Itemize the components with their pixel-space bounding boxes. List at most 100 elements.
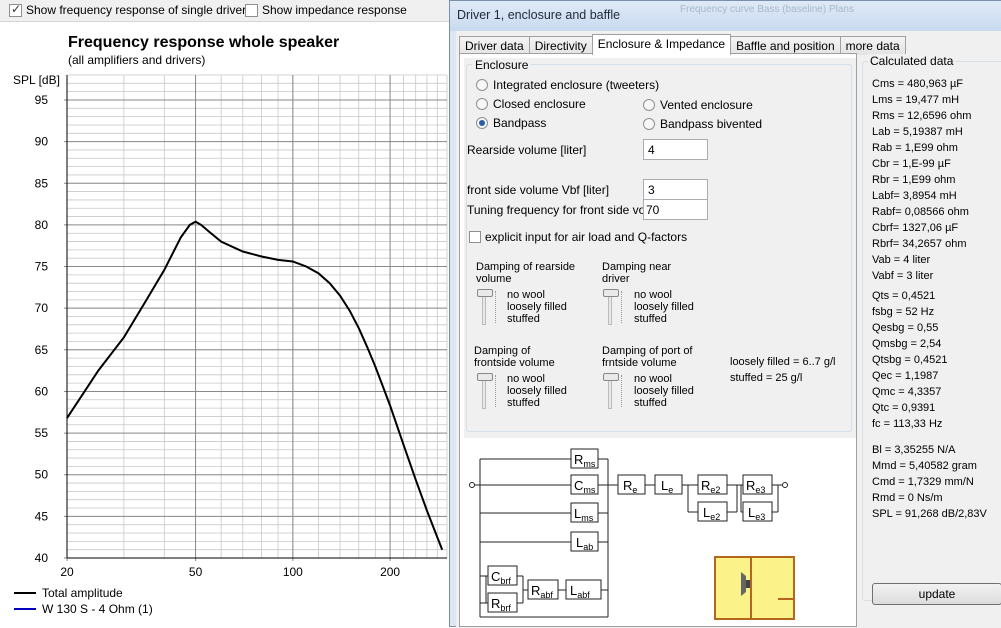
y-tick-label: 40: [35, 551, 49, 565]
labf-component: Labf: [570, 583, 590, 600]
calculated-value: fsbg = 52 Hz: [872, 306, 935, 318]
x-tick-label: 200: [380, 565, 400, 579]
damping-near-driver-slider[interactable]: [603, 289, 623, 325]
enclosure-tab-page: Enclosure Integrated enclosure (tweeters…: [459, 53, 857, 627]
calculated-value: Qec = 1,1987: [872, 370, 939, 382]
calculated-value: fc = 113,33 Hz: [872, 418, 943, 430]
legend-swatch-black: [14, 592, 36, 594]
lms-component: Lms: [574, 506, 594, 523]
calculated-value: Rmd = 0 Ns/m: [872, 492, 943, 504]
calculated-value: Cms = 480,963 µF: [872, 78, 964, 90]
radio-integrated-enclosure[interactable]: Integrated enclosure (tweeters): [476, 78, 659, 92]
damping-frontside-title: Damping of frontside volume: [474, 345, 555, 369]
dialog-titlebar[interactable]: Frequency curve Bass (baseline) Plans Dr…: [450, 1, 1001, 31]
calculated-value: Labf= 3,8954 mH: [872, 190, 957, 202]
le2-component: Le2: [703, 505, 720, 522]
damping-frontside-slider[interactable]: [477, 373, 497, 409]
slider-thumb[interactable]: [603, 289, 619, 297]
chart-subtitle: (all amplifiers and drivers): [68, 53, 205, 67]
damping-frontside-options: no wool loosely filled stuffed: [507, 373, 567, 409]
re3-component: Re3: [746, 478, 765, 495]
calculated-value: Qesbg = 0,55: [872, 322, 939, 334]
calculated-value: Qts = 0,4521: [872, 290, 936, 302]
checkbox-unchecked-icon: [469, 231, 481, 243]
calculated-value: Qtsbg = 0,4521: [872, 354, 948, 366]
damping-port-slider[interactable]: [603, 373, 623, 409]
y-axis-label: SPL [dB]: [13, 73, 60, 87]
radio-label: Bandpass: [493, 116, 547, 130]
x-tick-labels: 20 50 100 200: [60, 565, 400, 579]
legend-label: W 130 S - 4 Ohm (1): [42, 602, 153, 616]
radio-label: Vented enclosure: [660, 98, 753, 112]
show-single-driver-checkbox[interactable]: Show frequency response of single driver: [9, 2, 247, 17]
front-volume-input[interactable]: 3: [643, 179, 708, 200]
show-impedance-label: Show impedance response: [262, 3, 407, 17]
damping-near-driver-options: no wool loosely filled stuffed: [634, 289, 694, 325]
calculated-value: Cmd = 1,7329 mm/N: [872, 476, 974, 488]
calculated-value: Bl = 3,35255 N/A: [872, 444, 956, 456]
cms-component: Cms: [574, 478, 596, 495]
y-tick-label: 90: [35, 135, 49, 149]
density-stuffed-note: stuffed = 25 g/l: [730, 372, 803, 384]
radio-vented-enclosure[interactable]: Vented enclosure: [643, 98, 753, 112]
re2-component: Re2: [701, 478, 720, 495]
rms-component: Rms: [574, 452, 596, 469]
dialog-client: Driver data Directivity Enclosure & Impe…: [456, 31, 1001, 628]
re-component: Re: [623, 478, 637, 495]
tuning-frequency-input[interactable]: 70: [643, 199, 708, 220]
bandpass-enclosure-icon: [714, 556, 795, 620]
rearside-volume-input[interactable]: 4: [643, 139, 708, 160]
enclosure-group-label: Enclosure: [472, 58, 532, 72]
calculated-value: Vab = 4 liter: [872, 254, 931, 266]
explicit-input-checkbox[interactable]: explicit input for air load and Q-factor…: [469, 230, 687, 244]
slider-thumb[interactable]: [477, 373, 493, 381]
tab-enclosure-impedance[interactable]: Enclosure & Impedance: [591, 34, 732, 55]
radio-label: Bandpass bivented: [660, 117, 763, 131]
slider-thumb[interactable]: [603, 373, 619, 381]
radio-label: Integrated enclosure (tweeters): [493, 78, 660, 92]
le3-component: Le3: [748, 505, 765, 522]
update-button[interactable]: update: [872, 583, 1001, 605]
radio-bandpass[interactable]: Bandpass: [476, 116, 546, 130]
calculated-value: Vabf = 3 liter: [872, 270, 934, 282]
y-tick-label: 50: [35, 468, 49, 482]
calculated-value: Mmd = 5,40582 gram: [872, 460, 977, 472]
y-tick-label: 80: [35, 218, 49, 232]
x-tick-label: 100: [283, 565, 303, 579]
calculated-value: Lms = 19,477 mH: [872, 94, 960, 106]
show-single-driver-label: Show frequency response of single driver: [26, 3, 247, 17]
y-tick-label: 70: [35, 301, 49, 315]
damping-rearside-slider[interactable]: [477, 289, 497, 325]
y-tick-label: 85: [35, 176, 49, 190]
rabf-component: Rabf: [531, 583, 553, 600]
calculated-value: Rabf= 0,08566 ohm: [872, 206, 969, 218]
calculated-value: Qmc = 4,3357: [872, 386, 942, 398]
density-loose-note: loosely filled = 6..7 g/l: [730, 356, 836, 368]
damping-port-title: Damping of port of frntside volume: [602, 345, 693, 369]
slider-thumb[interactable]: [477, 289, 493, 297]
legend-swatch-blue: [14, 608, 36, 610]
radio-selected-icon: [476, 117, 488, 129]
radio-bandpass-bivented[interactable]: Bandpass bivented: [643, 117, 762, 131]
tab-strip: Driver data Directivity Enclosure & Impe…: [459, 34, 906, 55]
radio-icon: [476, 79, 488, 91]
y-tick-label: 75: [35, 260, 49, 274]
rearside-volume-label: Rearside volume [liter]: [467, 143, 587, 157]
radio-closed-enclosure[interactable]: Closed enclosure: [476, 97, 586, 111]
calculated-value: Qmsbg = 2,54: [872, 338, 942, 350]
le-component: Le: [661, 478, 673, 495]
calculated-data-list: Cms = 480,963 µF Lms = 19,477 mH Rms = 12,…: [872, 76, 987, 522]
calculated-value: Rab = 1,E99 ohm: [872, 142, 958, 154]
y-tick-labels: 95 90 85 80 75 70 65 60 55 50 45 40: [35, 93, 49, 565]
total-amplitude-line: [66, 220, 444, 551]
show-impedance-checkbox[interactable]: Show impedance response: [245, 3, 407, 17]
calculated-value: Lab = 5,19387 mH: [872, 126, 963, 138]
frequency-response-chart: Frequency response whole speaker (all am…: [13, 34, 448, 579]
front-volume-label: front side volume Vbf [liter]: [467, 183, 610, 197]
calculated-value: Cbr = 1,E-99 µF: [872, 158, 951, 170]
x-tick-label: 50: [189, 565, 203, 579]
dialog-title: Driver 1, enclosure and baffle: [457, 8, 621, 22]
y-tick-label: 65: [35, 343, 49, 357]
damping-rearside-options: no wool loosely filled stuffed: [507, 289, 567, 325]
radio-icon: [476, 98, 488, 110]
